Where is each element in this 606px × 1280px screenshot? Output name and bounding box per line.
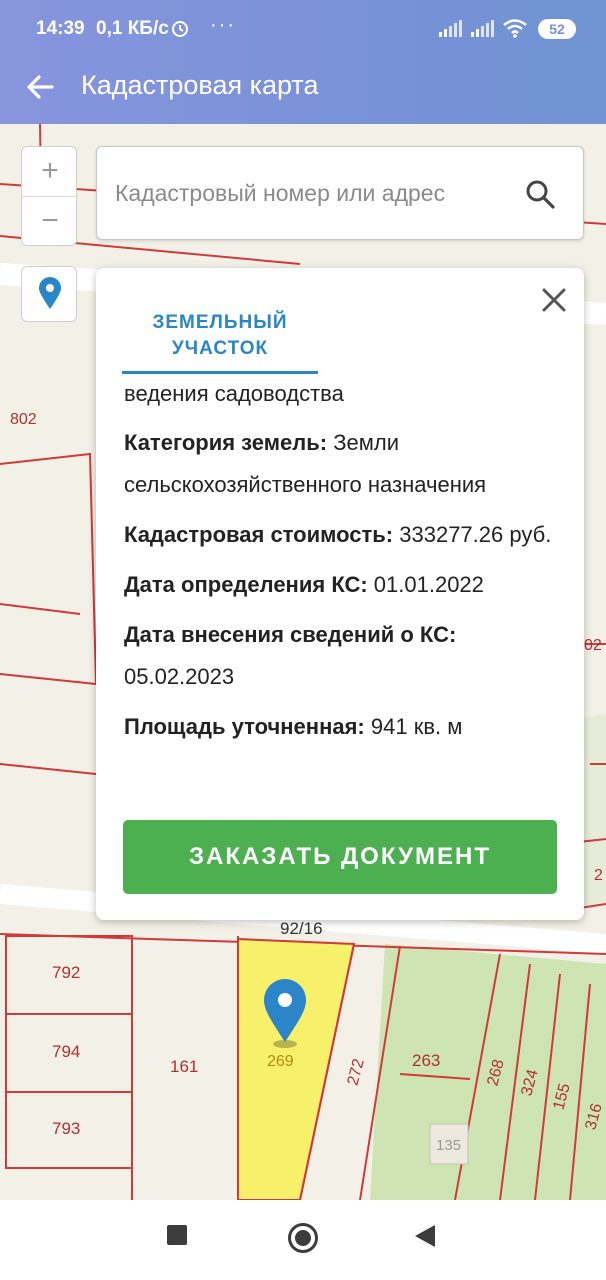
close-icon[interactable] xyxy=(540,286,568,314)
date-entry-label: Дата внесения сведений о КС: xyxy=(124,622,457,647)
area-label: Площадь уточненная: xyxy=(124,714,365,739)
search-icon[interactable] xyxy=(525,179,555,209)
battery-icon: 52 xyxy=(538,19,576,39)
date-entry-row: Дата внесения сведений о КС: 05.02.2023 xyxy=(124,614,564,698)
parcel-label-802: 802 xyxy=(10,411,37,428)
signal-icon-2 xyxy=(470,20,496,43)
category-label: Категория земель: xyxy=(124,430,328,455)
zoom-in-button[interactable]: + xyxy=(22,147,78,197)
app-bar: Кадастровая карта xyxy=(0,58,606,124)
page-title: Кадастровая карта xyxy=(81,70,319,100)
date-ks-label: Дата определения КС: xyxy=(124,572,368,597)
order-document-button[interactable]: ЗАКАЗАТЬ ДОКУМЕНТ xyxy=(123,820,557,894)
parcel-info-popup: ЗЕМЕЛЬНЫЙ УЧАСТОК ведения садоводства Ка… xyxy=(96,268,584,920)
alarm-icon xyxy=(170,18,190,43)
parcel-label-161: 161 xyxy=(170,1057,198,1076)
cost-row: Кадастровая стоимость: 333277.26 руб. xyxy=(124,514,564,556)
usage-text: ведения садоводства xyxy=(124,381,344,406)
home-icon[interactable] xyxy=(287,1222,319,1259)
cost-label: Кадастровая стоимость: xyxy=(124,522,394,547)
parcel-label-02: 02 xyxy=(584,637,602,654)
area-row: Площадь уточненная: 941 кв. м xyxy=(124,706,564,748)
date-ks-value: 01.01.2022 xyxy=(373,572,484,597)
area-value: 941 кв. м xyxy=(370,714,463,739)
tab-land-parcel[interactable]: ЗЕМЕЛЬНЫЙ УЧАСТОК xyxy=(122,310,318,374)
road-label-92-16: 92/16 xyxy=(280,919,323,938)
top-bar: 14:39 0,1 КБ/с ··· 52 Кадастровая карта xyxy=(0,0,606,124)
more-notifications-icon: ··· xyxy=(210,14,236,36)
parcel-label-793: 793 xyxy=(52,1119,80,1138)
building-label-135: 135 xyxy=(436,1137,461,1154)
date-entry-value: 05.02.2023 xyxy=(124,664,235,689)
parcel-label-263: 263 xyxy=(412,1051,440,1070)
back-arrow-icon[interactable] xyxy=(24,70,58,104)
recents-icon[interactable] xyxy=(166,1224,188,1251)
parcel-label-2: 2 xyxy=(594,867,603,884)
parcel-label-272: 272 xyxy=(345,1057,368,1087)
search-input[interactable] xyxy=(115,175,475,211)
wifi-icon xyxy=(502,18,528,43)
category-row: Категория земель: Земли сельскохозяйстве… xyxy=(124,422,564,506)
search-box xyxy=(96,146,584,240)
signal-icon xyxy=(438,20,464,43)
status-time: 14:39 xyxy=(36,18,85,39)
back-nav-icon[interactable] xyxy=(414,1224,436,1253)
zoom-out-button[interactable]: − xyxy=(22,197,78,247)
parcel-label-794: 794 xyxy=(52,1042,80,1061)
parcel-details: ведения садоводства Категория земель: Зе… xyxy=(124,374,564,748)
status-network-speed: 0,1 КБ/с xyxy=(96,18,169,39)
status-bar: 14:39 0,1 КБ/с ··· 52 xyxy=(0,0,606,58)
location-pin-icon xyxy=(39,277,61,309)
parcel-label-792: 792 xyxy=(52,963,80,982)
zoom-controls: + − xyxy=(21,146,78,247)
system-nav-bar xyxy=(0,1200,606,1280)
date-ks-row: Дата определения КС: 01.01.2022 xyxy=(124,564,564,606)
my-location-button[interactable] xyxy=(21,266,77,322)
cost-value: 333277.26 руб. xyxy=(399,522,552,547)
parcel-label-269: 269 xyxy=(267,1053,294,1070)
